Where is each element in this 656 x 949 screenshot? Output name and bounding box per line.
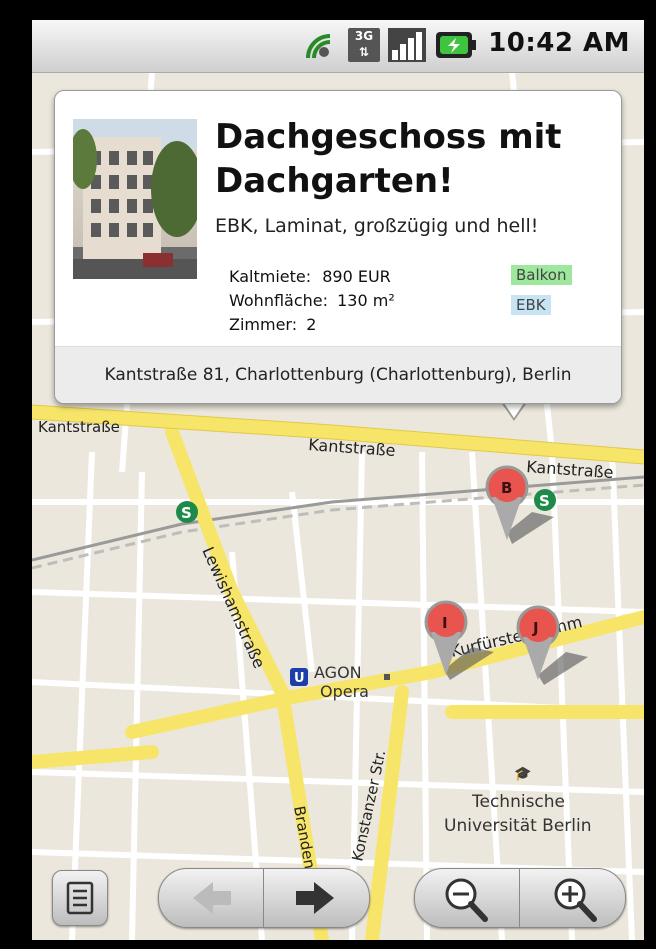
clock: 10:42 AM bbox=[488, 28, 630, 58]
listing-photo[interactable] bbox=[73, 119, 197, 279]
svg-text:I: I bbox=[442, 614, 448, 632]
listing-address: Kantstraße 81, Charlottenburg (Charlotte… bbox=[55, 346, 621, 403]
map-controls bbox=[32, 860, 644, 940]
listing-title: Dachgeschoss mit Dachgarten! bbox=[215, 115, 615, 203]
svg-text:J: J bbox=[532, 619, 539, 637]
rooms-label: Zimmer: bbox=[229, 315, 298, 334]
listing-title-line2: Dachgarten! bbox=[215, 161, 454, 201]
u-bahn-letter: U bbox=[294, 671, 305, 686]
zoom-controls bbox=[414, 868, 626, 928]
next-button[interactable] bbox=[264, 869, 369, 927]
rent-label: Kaltmiete: bbox=[229, 267, 312, 286]
svg-text:S: S bbox=[181, 504, 192, 522]
zoom-in-button[interactable] bbox=[520, 869, 625, 927]
poi-tu-line2: Universität Berlin bbox=[444, 816, 592, 836]
callout-body[interactable]: Dachgeschoss mit Dachgarten! EBK, Lamina… bbox=[54, 90, 622, 404]
listing-title-line1: Dachgeschoss mit bbox=[215, 117, 562, 157]
arrow-left-icon bbox=[193, 882, 231, 914]
rent-value: 890 EUR bbox=[322, 267, 391, 286]
building-image bbox=[73, 119, 197, 279]
list-icon bbox=[66, 881, 94, 915]
sync-icon bbox=[306, 34, 331, 59]
previous-button[interactable] bbox=[159, 869, 264, 927]
rooms-value: 2 bbox=[306, 315, 317, 334]
area-value: 130 m² bbox=[337, 291, 395, 310]
s-bahn-icon-left: S bbox=[176, 501, 198, 523]
list-button[interactable] bbox=[52, 870, 108, 926]
poi-tu-line1: Technische bbox=[471, 792, 565, 812]
area-label: Wohnfläche: bbox=[229, 291, 329, 310]
signal-icon bbox=[388, 28, 426, 62]
poi-opera: Opera bbox=[320, 682, 369, 701]
s-bahn-icon-right: S bbox=[534, 489, 556, 511]
zoom-out-button[interactable] bbox=[415, 869, 520, 927]
arrow-right-icon bbox=[296, 882, 334, 914]
street-label-kantstrasse-left: Kantstraße bbox=[38, 418, 120, 436]
university-icon: 🎓 bbox=[514, 766, 531, 782]
svg-text:B: B bbox=[501, 479, 512, 497]
zoom-in-icon bbox=[554, 878, 597, 922]
navigation-buttons bbox=[158, 868, 370, 928]
svg-text:S: S bbox=[539, 492, 550, 510]
tag-balkon: Balkon bbox=[511, 265, 572, 285]
3g-icon: 3G ⇅ bbox=[348, 28, 380, 62]
area-row: Wohnfläche: 130 m² bbox=[229, 291, 395, 310]
device-frame: Kantstraße Kantstraße Kantstraße Lewisha… bbox=[0, 0, 656, 949]
rent-row: Kaltmiete: 890 EUR bbox=[229, 267, 391, 286]
tag-ebk: EBK bbox=[511, 295, 551, 315]
listing-callout[interactable]: Dachgeschoss mit Dachgarten! EBK, Lamina… bbox=[54, 90, 622, 421]
listing-subtitle: EBK, Laminat, großzügig und hell! bbox=[215, 215, 539, 237]
poi-agon: AGON bbox=[314, 663, 362, 682]
battery-charging-icon bbox=[436, 32, 476, 58]
phone-screen: Kantstraße Kantstraße Kantstraße Lewisha… bbox=[32, 20, 644, 940]
rooms-row: Zimmer: 2 bbox=[229, 315, 316, 334]
poi-dot bbox=[384, 674, 390, 680]
status-bar: 3G ⇅ 10:42 AM bbox=[32, 20, 644, 73]
zoom-out-icon bbox=[445, 878, 488, 922]
